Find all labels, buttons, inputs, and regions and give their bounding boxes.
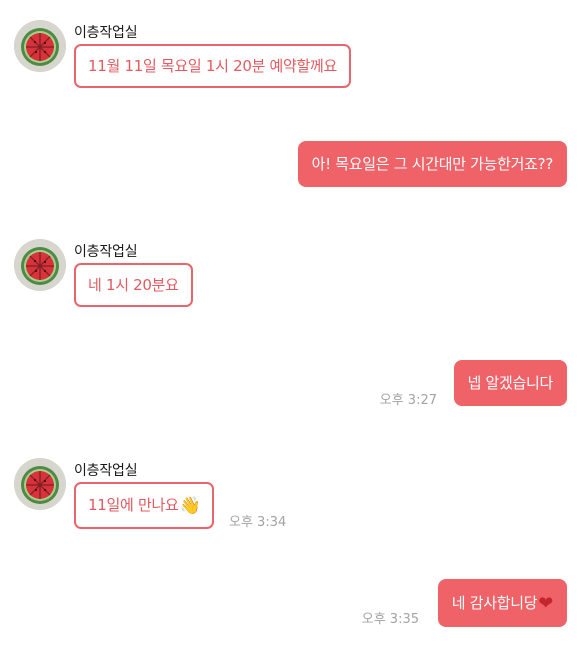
message-bubble-incoming[interactable]: 네 1시 20분요 <box>74 263 193 307</box>
message-text: 11월 11일 목요일 1시 20분 예약할께요 <box>88 57 338 75</box>
message-bubble-outgoing[interactable]: 넵 알겠습니다 <box>453 360 567 406</box>
watermelon-icon <box>14 458 66 510</box>
watermelon-icon <box>14 20 66 72</box>
watermelon-icon <box>14 239 66 291</box>
message-bubble-incoming[interactable]: 11월 11일 목요일 1시 20분 예약할께요 <box>74 44 352 88</box>
message-timestamp: 오후 3:27 <box>379 393 437 408</box>
sender-avatar[interactable] <box>14 239 66 291</box>
sender-avatar[interactable] <box>14 458 66 510</box>
sender-name: 이층작업실 <box>74 463 138 479</box>
sender-name: 이층작업실 <box>74 244 138 260</box>
message-bubble-outgoing[interactable]: 네 감사합니당❤ <box>437 579 567 627</box>
message-text: 아! 목요일은 그 시간대만 가능한거죠?? <box>311 155 554 173</box>
message-text: 네 1시 20분요 <box>88 276 179 294</box>
waving-hand-icon: 👋 <box>179 496 201 516</box>
message-bubble-incoming[interactable]: 11일에 만나요👋 <box>74 482 215 529</box>
message-timestamp: 오후 3:34 <box>229 515 287 530</box>
sender-avatar[interactable] <box>14 20 66 72</box>
message-timestamp: 오후 3:35 <box>361 612 419 627</box>
sender-name: 이층작업실 <box>74 25 138 41</box>
message-text: 11일에 만나요 <box>88 496 179 514</box>
message-bubble-outgoing[interactable]: 아! 목요일은 그 시간대만 가능한거죠?? <box>297 141 567 187</box>
message-text: 네 감사합니당 <box>451 594 538 612</box>
heart-icon: ❤ <box>538 593 553 614</box>
message-text: 넵 알겠습니다 <box>467 374 554 392</box>
